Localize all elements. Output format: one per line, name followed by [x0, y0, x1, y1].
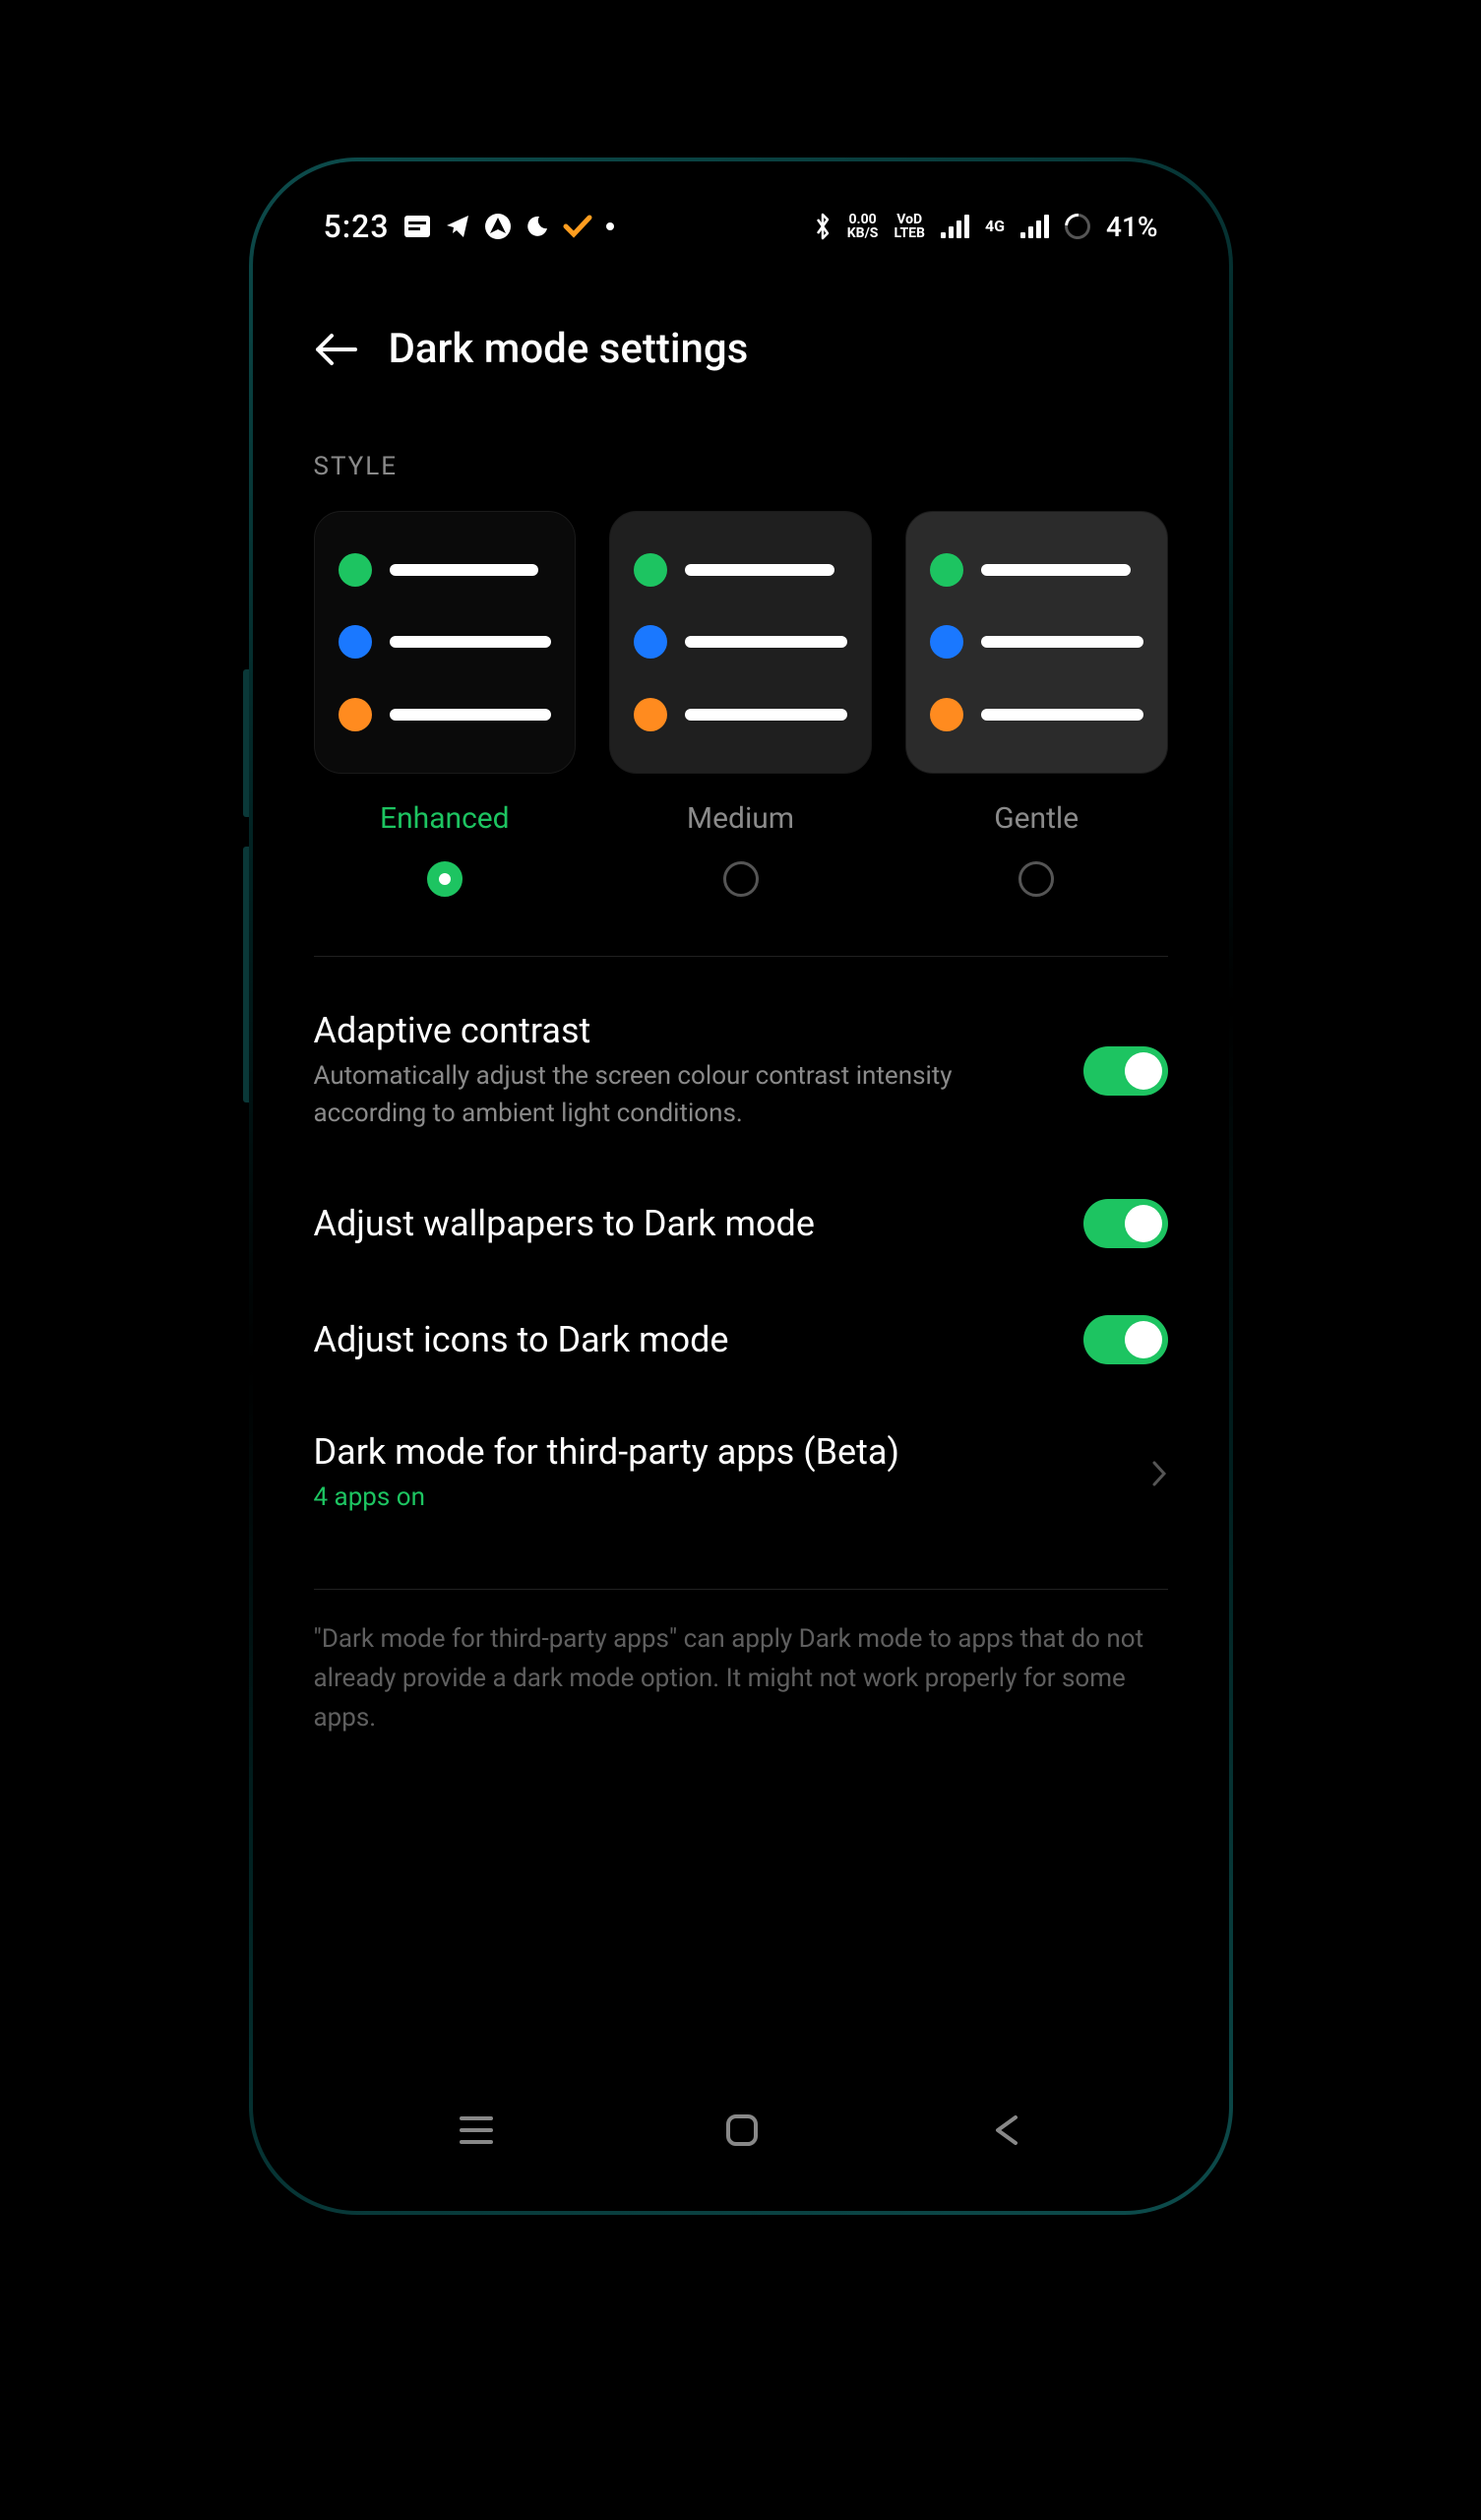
divider: [314, 1589, 1168, 1590]
chevron-right-icon: [1150, 1459, 1168, 1488]
setting-adjust-wallpapers[interactable]: Adjust wallpapers to Dark mode: [314, 1166, 1168, 1282]
style-radio-enhanced[interactable]: [427, 861, 463, 897]
setting-title: Adjust wallpapers to Dark mode: [314, 1203, 1060, 1244]
style-card-medium[interactable]: [609, 511, 872, 774]
style-radio-gentle[interactable]: [1018, 861, 1054, 897]
setting-subtitle: 4 apps on: [314, 1479, 1127, 1516]
style-label-medium: Medium: [609, 801, 872, 836]
nav-home-button[interactable]: [724, 2112, 760, 2148]
check-icon: [563, 215, 592, 238]
style-radio-row: [314, 861, 1168, 897]
nav-recent-button[interactable]: [458, 2114, 495, 2146]
volte-bottom: LTEB: [894, 226, 925, 240]
status-net-gen: 4G: [985, 220, 1005, 233]
status-net-speed: 0.00 KB/S: [847, 213, 879, 240]
back-button[interactable]: [314, 332, 357, 367]
battery-ring-icon: [1060, 209, 1096, 245]
header-bar: Dark mode settings: [265, 266, 1217, 403]
screen: 5:23: [265, 173, 1217, 2199]
setting-subtitle: Automatically adjust the screen colour c…: [314, 1057, 1060, 1132]
footnote-text: "Dark mode for third-party apps" can app…: [314, 1619, 1168, 1737]
volume-down-key: [243, 847, 249, 1102]
moon-icon: [525, 215, 549, 238]
status-clock: 5:23: [324, 208, 390, 245]
setting-title: Adaptive contrast: [314, 1010, 1060, 1051]
dot-icon: [606, 222, 614, 230]
style-section-label: STYLE: [314, 403, 1168, 511]
style-options-row: [314, 511, 1168, 774]
volume-up-key: [243, 669, 249, 817]
net-gen-label: 4G: [985, 220, 1005, 233]
message-icon: [403, 215, 431, 238]
divider: [314, 956, 1168, 957]
setting-third-party[interactable]: Dark mode for third-party apps (Beta) 4 …: [314, 1398, 1168, 1549]
adjust-wallpapers-toggle[interactable]: [1083, 1199, 1168, 1248]
page-title: Dark mode settings: [389, 325, 749, 373]
bluetooth-icon: [814, 213, 832, 240]
android-auto-icon: [484, 213, 512, 240]
volte-top: VoD: [896, 213, 922, 226]
status-volte: VoD LTEB: [894, 213, 925, 240]
setting-adjust-icons[interactable]: Adjust icons to Dark mode: [314, 1282, 1168, 1398]
content-area: STYLE: [265, 403, 1217, 2081]
net-speed-unit: KB/S: [847, 226, 879, 240]
adjust-icons-toggle[interactable]: [1083, 1315, 1168, 1364]
net-speed-value: 0.00: [849, 213, 877, 226]
style-label-enhanced: Enhanced: [314, 801, 577, 836]
style-card-enhanced[interactable]: [314, 511, 577, 774]
navigation-bar: [265, 2081, 1217, 2199]
adaptive-contrast-toggle[interactable]: [1083, 1046, 1168, 1096]
signal-bars-2: [1020, 215, 1049, 238]
setting-title: Dark mode for third-party apps (Beta): [314, 1431, 1127, 1473]
telegram-icon: [445, 214, 470, 239]
battery-percentage: 41%: [1106, 211, 1157, 243]
style-card-gentle[interactable]: [905, 511, 1168, 774]
setting-adaptive-contrast[interactable]: Adaptive contrast Automatically adjust t…: [314, 976, 1168, 1166]
setting-title: Adjust icons to Dark mode: [314, 1319, 1060, 1360]
style-label-gentle: Gentle: [905, 801, 1168, 836]
style-radio-medium[interactable]: [723, 861, 759, 897]
signal-bars-1: [941, 215, 969, 238]
status-bar: 5:23: [265, 187, 1217, 266]
style-labels-row: Enhanced Medium Gentle: [314, 801, 1168, 836]
nav-back-button[interactable]: [990, 2113, 1023, 2147]
phone-frame: 5:23: [249, 158, 1233, 2215]
